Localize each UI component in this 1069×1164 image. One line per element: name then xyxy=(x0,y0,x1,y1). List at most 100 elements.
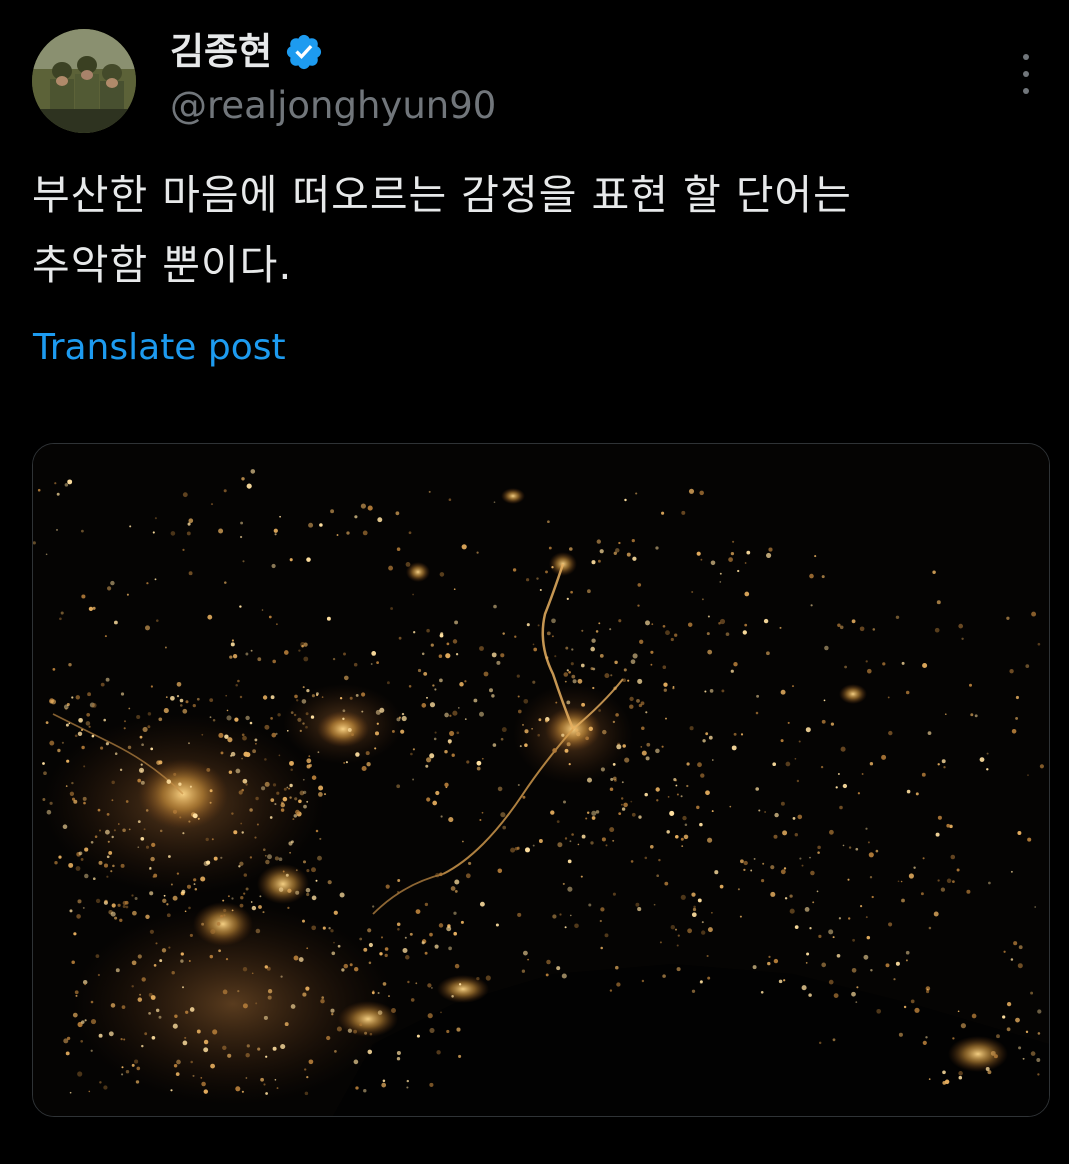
city-light-dot xyxy=(524,729,529,734)
city-light-dot xyxy=(106,855,110,859)
city-light-dot xyxy=(555,701,558,704)
city-light-dot xyxy=(600,767,605,772)
city-light-dot xyxy=(74,734,78,738)
city-light-dot xyxy=(655,787,660,792)
city-light-dot xyxy=(185,700,189,704)
city-light-dot xyxy=(174,1014,178,1019)
city-light-dot xyxy=(493,501,496,504)
city-light-dot xyxy=(524,847,531,853)
city-light-dot xyxy=(789,908,795,914)
city-light-dot xyxy=(289,851,291,854)
city-light-dot xyxy=(1036,1058,1041,1062)
city-light-dot xyxy=(404,936,407,939)
city-light-dot xyxy=(851,619,856,624)
city-light-dot xyxy=(88,725,91,728)
city-light-dot xyxy=(277,713,281,717)
city-light-dot xyxy=(996,1034,1000,1039)
city-light-dot xyxy=(598,622,601,625)
city-light-dot xyxy=(176,872,180,875)
city-light-dot xyxy=(922,1040,927,1045)
city-light-dot xyxy=(66,759,70,763)
city-light-dot xyxy=(203,1089,209,1094)
city-light-dot xyxy=(705,790,710,796)
city-light-dot xyxy=(264,854,267,857)
city-light-dot xyxy=(551,566,554,569)
city-light-dot xyxy=(644,856,648,860)
city-light-dot xyxy=(117,823,120,825)
city-light-dot xyxy=(701,930,706,935)
city-light-dot xyxy=(209,698,214,702)
user-handle[interactable]: @realjonghyun90 xyxy=(170,82,496,130)
city-light-dot xyxy=(42,798,46,801)
city-light-dot xyxy=(189,1007,195,1012)
city-light-dot xyxy=(861,773,864,775)
city-light-dot xyxy=(114,752,118,755)
city-light-dot xyxy=(385,884,390,889)
city-light-dot xyxy=(196,697,200,701)
city-light-dot xyxy=(339,892,345,898)
city-light-dot xyxy=(326,1035,331,1041)
city-light-dot xyxy=(311,925,317,931)
city-light-dot xyxy=(87,692,92,697)
city-light-dot xyxy=(111,903,116,908)
city-light-dot xyxy=(682,815,687,821)
tweet-media-image[interactable] xyxy=(32,443,1050,1117)
city-light-dot xyxy=(522,795,526,799)
city-light-dot xyxy=(674,779,678,782)
city-light-dot xyxy=(773,834,778,839)
city-light-dot xyxy=(644,792,648,797)
city-light-dot xyxy=(127,745,132,750)
city-light-dot xyxy=(230,642,235,647)
city-light-dot xyxy=(502,825,507,830)
city-light-dot xyxy=(665,717,667,720)
city-light-dot xyxy=(426,628,430,633)
city-light-dot xyxy=(263,1015,268,1020)
city-light-dot xyxy=(651,623,654,626)
city-light-dot xyxy=(737,569,740,573)
city-light-dot xyxy=(768,547,773,552)
city-light-dot xyxy=(250,901,253,903)
night-satellite-photo xyxy=(33,444,1049,1116)
city-light-dot xyxy=(210,929,216,935)
city-light-dot xyxy=(1030,1051,1036,1056)
display-name-text[interactable]: 김종현 xyxy=(170,26,272,78)
city-light-dot xyxy=(317,751,320,754)
city-light-dot xyxy=(921,772,926,777)
avatar[interactable] xyxy=(32,29,136,133)
city-light-dot xyxy=(905,959,908,962)
city-light-dot xyxy=(780,801,785,806)
city-light-dot xyxy=(662,974,666,978)
city-light-dot xyxy=(552,748,557,753)
city-light-dot xyxy=(72,1012,78,1018)
city-light-dot xyxy=(637,678,643,684)
city-light-dot xyxy=(210,1063,216,1069)
city-light-dot xyxy=(581,702,586,707)
city-light-dot xyxy=(238,865,241,868)
translate-post-link[interactable]: Translate post xyxy=(33,322,286,374)
city-light-dot xyxy=(591,816,596,820)
city-light-dot xyxy=(144,1032,148,1036)
city-light-dot xyxy=(80,728,84,732)
more-options-icon[interactable] xyxy=(1014,54,1038,94)
city-light-dot xyxy=(122,900,127,906)
city-light-dot xyxy=(241,788,244,792)
city-light-dot xyxy=(629,704,634,709)
city-light-dot xyxy=(658,858,661,862)
city-light-dot xyxy=(744,623,748,627)
city-light-dot xyxy=(453,911,457,915)
city-light-dot xyxy=(545,656,549,660)
city-light-dot xyxy=(1027,837,1032,842)
city-light-dot xyxy=(153,964,157,967)
city-light-dot xyxy=(936,600,941,605)
city-light-dot xyxy=(424,951,428,955)
verified-badge-icon[interactable] xyxy=(284,32,324,72)
city-light-dot xyxy=(176,695,180,698)
city-light-dot xyxy=(91,703,97,708)
city-light-dot xyxy=(950,854,956,860)
city-light-dot xyxy=(476,976,480,981)
city-light-dot xyxy=(45,553,48,556)
city-light-dot xyxy=(290,768,293,772)
display-name[interactable]: 김종현 xyxy=(170,26,324,78)
city-light-dot xyxy=(927,731,932,735)
city-light-dot xyxy=(714,870,719,875)
